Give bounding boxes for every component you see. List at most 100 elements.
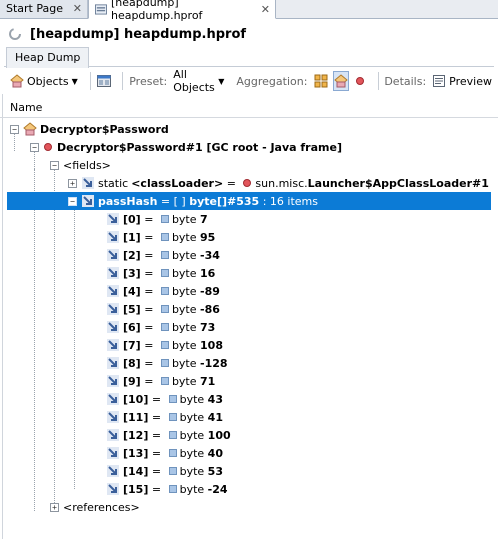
tree-row-array-item[interactable]: [4] = byte -89 xyxy=(106,282,220,300)
array-type: byte[]#535 xyxy=(189,194,260,208)
tree-row-array-item[interactable]: [14] = byte 53 xyxy=(106,462,223,480)
value-type: byte xyxy=(171,230,201,244)
tree-row-array-item[interactable]: [1] = byte 95 xyxy=(106,228,215,246)
aggregation-label: Aggregation: xyxy=(236,74,308,88)
tree-row-array-item[interactable]: [0] = byte 7 xyxy=(106,210,208,228)
field-reference-icon xyxy=(107,249,119,261)
preview-label: Preview xyxy=(449,74,492,88)
primitive-value-icon xyxy=(160,287,169,295)
value-type: byte xyxy=(171,266,201,280)
chevron-down-icon: ▼ xyxy=(218,76,225,86)
close-icon[interactable]: ✕ xyxy=(261,3,270,16)
tab-start-page[interactable]: Start Page ✕ xyxy=(0,0,88,18)
class-name: Decryptor$Password xyxy=(40,122,169,136)
array-value: -24 xyxy=(207,482,228,496)
tree-row-references[interactable]: + <references> xyxy=(50,498,140,516)
tree-row-passhash[interactable]: − passHash = [ ] byte[]#535 : 16 items xyxy=(7,192,491,210)
field-reference-icon xyxy=(107,303,119,315)
tree-row-array-item[interactable]: [7] = byte 108 xyxy=(106,336,223,354)
equals: = xyxy=(140,284,157,298)
array-index: [6] xyxy=(123,320,141,334)
aggregation-instances-button[interactable] xyxy=(332,71,349,91)
tree-row-instance[interactable]: − Decryptor$Password#1 [GC root - Java f… xyxy=(30,138,342,156)
collapse-icon[interactable]: − xyxy=(30,142,39,152)
array-value: 53 xyxy=(207,464,223,478)
gc-roots-button[interactable] xyxy=(96,71,112,91)
tree-row-array-item[interactable]: [10] = byte 43 xyxy=(106,390,223,408)
array-value: 71 xyxy=(200,374,216,388)
column-header-name[interactable]: Name xyxy=(0,98,498,118)
field-reference-icon xyxy=(82,195,94,207)
array-value: 108 xyxy=(200,338,223,352)
equals: = xyxy=(148,482,165,496)
equals: = xyxy=(140,356,157,370)
equals: = xyxy=(140,302,157,316)
primitive-value-icon xyxy=(168,449,177,457)
tree-row-array-item[interactable]: [9] = byte 71 xyxy=(106,372,215,390)
array-index: [8] xyxy=(123,356,141,370)
classloader-class: Launcher$AppClassLoader#1 xyxy=(307,176,489,190)
field-reference-icon xyxy=(107,231,119,243)
tree-row-array-item[interactable]: [11] = byte 41 xyxy=(106,408,223,426)
tree-row-array-item[interactable]: [13] = byte 40 xyxy=(106,444,223,462)
field-reference-icon xyxy=(107,483,119,495)
tab-heap-dump[interactable]: Heap Dump xyxy=(6,47,90,68)
tree-row-array-item[interactable]: [5] = byte -86 xyxy=(106,300,220,318)
aggregation-classes-button[interactable] xyxy=(313,71,328,91)
field-reference-icon xyxy=(107,447,119,459)
field-reference-icon xyxy=(107,321,119,333)
gc-root-dot-icon xyxy=(356,77,365,85)
classes-icon xyxy=(314,74,328,88)
tree-row-class[interactable]: − Decryptor$Password xyxy=(10,120,169,138)
array-value: -86 xyxy=(200,302,220,316)
array-value: 95 xyxy=(200,230,216,244)
equals: = xyxy=(148,446,165,460)
tree-row-classloader[interactable]: + static <classLoader> = sun.misc. Launc… xyxy=(68,174,489,192)
equals: = xyxy=(140,248,157,262)
primitive-value-icon xyxy=(160,341,169,349)
close-icon[interactable]: ✕ xyxy=(73,2,82,15)
field-reference-icon xyxy=(107,465,119,477)
objects-view-button[interactable]: Objects ▼ xyxy=(10,74,78,88)
instance-name: Decryptor$Password#1 [GC root - Java fra… xyxy=(57,140,342,154)
tab-heapdump[interactable]: [heapdump] heapdump.hprof ✕ xyxy=(88,0,276,22)
collapse-icon[interactable]: − xyxy=(10,124,19,134)
tree-row-array-item[interactable]: [2] = byte -34 xyxy=(106,246,220,264)
expand-icon[interactable]: + xyxy=(68,178,77,188)
tree-row-fields[interactable]: − <fields> xyxy=(50,156,111,174)
array-value: -89 xyxy=(200,284,220,298)
array-index: [7] xyxy=(123,338,141,352)
tree-row-array-item[interactable]: [15] = byte -24 xyxy=(106,480,228,498)
equals: = xyxy=(140,374,157,388)
value-type: byte xyxy=(171,374,201,388)
primitive-value-icon xyxy=(160,251,169,259)
tree-row-array-item[interactable]: [3] = byte 16 xyxy=(106,264,215,282)
array-index: [13] xyxy=(123,446,149,460)
details-label: Details: xyxy=(384,74,427,88)
field-reference-icon xyxy=(107,339,119,351)
preview-button[interactable]: Preview xyxy=(432,74,492,88)
array-value: 40 xyxy=(207,446,223,460)
tree-row-array-item[interactable]: [6] = byte 73 xyxy=(106,318,215,336)
equals: = xyxy=(140,320,157,334)
collapse-icon[interactable]: − xyxy=(68,196,77,206)
array-index: [15] xyxy=(123,482,149,496)
preset-dropdown[interactable]: All Objects ▼ xyxy=(173,68,224,94)
collapse-icon[interactable]: − xyxy=(50,160,59,170)
array-index: [5] xyxy=(123,302,141,316)
tree-row-array-item[interactable]: [12] = byte 100 xyxy=(106,426,231,444)
array-value: 100 xyxy=(207,428,231,442)
editor-tab-bar: Start Page ✕ [heapdump] heapdump.hprof ✕ xyxy=(0,0,498,22)
aggregation-gc-root-button[interactable] xyxy=(353,71,368,91)
array-index: [12] xyxy=(123,428,149,442)
value-type: byte xyxy=(179,446,208,460)
primitive-value-icon xyxy=(168,395,177,403)
primitive-value-icon xyxy=(160,233,169,241)
array-index: [11] xyxy=(123,410,149,424)
gc-root-dot-icon xyxy=(243,179,252,187)
value-type: byte xyxy=(179,464,208,478)
view-tab-strip: Heap Dump xyxy=(4,47,494,68)
expand-icon[interactable]: + xyxy=(50,502,59,512)
field-reference-icon xyxy=(82,177,94,189)
tree-row-array-item[interactable]: [8] = byte -128 xyxy=(106,354,228,372)
